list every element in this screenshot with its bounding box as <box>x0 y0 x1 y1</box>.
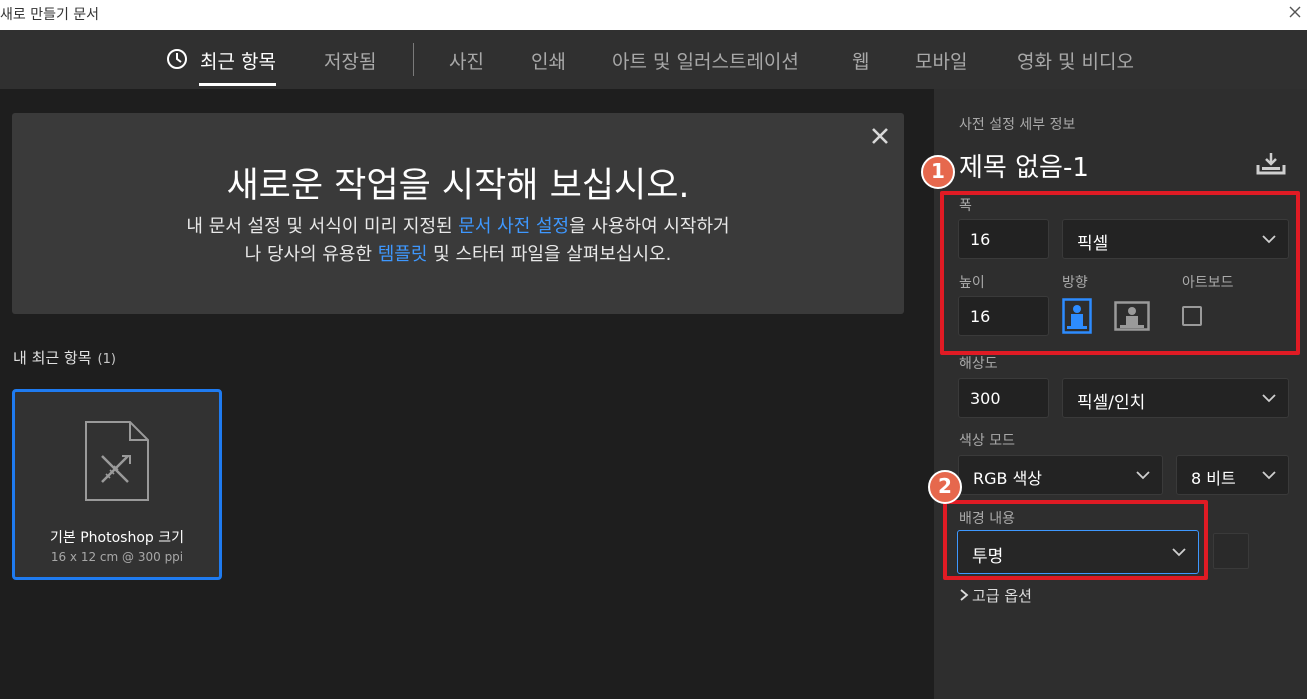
advanced-options-label: 고급 옵션 <box>972 587 1032 605</box>
bit-depth-value: 8 비트 <box>1191 469 1236 488</box>
color-mode-value: RGB 색상 <box>973 469 1043 488</box>
resolution-input[interactable]: 300 <box>958 378 1049 418</box>
banner-text: 나 당사의 유용한 <box>244 244 378 265</box>
preset-details-panel: 사전 설정 세부 정보 제목 없음-1 폭 16 픽셀 높이 방향 아트보드 1… <box>934 89 1307 699</box>
document-template-icon <box>85 421 149 501</box>
preset-section-label: 사전 설정 세부 정보 <box>959 117 1076 133</box>
background-color-swatch[interactable] <box>1213 533 1249 569</box>
tab-photo[interactable]: 사진 <box>449 47 484 74</box>
tab-recent[interactable]: 최근 항목 <box>166 47 276 86</box>
window-titlebar: 새로 만들기 문서 <box>0 0 1307 30</box>
welcome-banner: 새로운 작업을 시작해 보십시오. 내 문서 설정 및 서식이 미리 지정된 문… <box>12 113 904 314</box>
banner-heading: 새로운 작업을 시작해 보십시오. <box>226 166 690 206</box>
tab-mobile[interactable]: 모바일 <box>915 47 967 74</box>
recent-items-heading: 내 최근 항목 (1) <box>13 347 116 368</box>
recent-item-name: 기본 Photoshop 크기 <box>50 530 184 546</box>
color-mode-select[interactable]: RGB 색상 <box>958 455 1163 495</box>
recent-items-count: (1) <box>97 352 116 367</box>
chevron-down-icon <box>1262 471 1276 480</box>
banner-text: 을 사용하여 시작하거 <box>569 216 730 237</box>
tab-label: 최근 항목 <box>200 51 276 73</box>
templates-link[interactable]: 템플릿 <box>378 244 428 265</box>
color-mode-label: 색상 모드 <box>959 433 1015 449</box>
annotation-highlight-2 <box>943 500 1208 580</box>
tab-divider <box>413 43 414 76</box>
recent-items-title: 내 최근 항목 <box>13 349 92 367</box>
close-window-icon[interactable] <box>1287 2 1303 22</box>
chevron-right-icon <box>960 589 969 601</box>
category-tabs: 최근 항목 저장됨 사진 인쇄 아트 및 일러스트레이션 웹 모바일 영화 및 … <box>0 30 1307 89</box>
recent-item-meta: 16 x 12 cm @ 300 ppi <box>50 550 184 564</box>
annotation-badge-2: 2 <box>928 470 962 504</box>
clock-icon <box>167 49 187 69</box>
window-title: 새로 만들기 문서 <box>0 7 100 23</box>
tab-art-illustration[interactable]: 아트 및 일러스트레이션 <box>612 47 799 74</box>
resolution-unit-value: 픽셀/인치 <box>1077 393 1146 413</box>
tab-saved[interactable]: 저장됨 <box>324 47 376 74</box>
document-title[interactable]: 제목 없음-1 <box>959 147 1089 184</box>
tab-film-video[interactable]: 영화 및 비디오 <box>1017 47 1134 74</box>
save-preset-icon[interactable] <box>1256 151 1286 175</box>
chevron-down-icon <box>1136 471 1150 480</box>
chevron-down-icon <box>1262 394 1276 403</box>
annotation-highlight-1 <box>940 191 1300 355</box>
document-presets-link[interactable]: 문서 사전 설정 <box>458 216 569 237</box>
tab-print[interactable]: 인쇄 <box>531 47 566 74</box>
active-tab-indicator <box>199 83 276 86</box>
banner-text: 및 스타터 파일을 살펴보십시오. <box>427 244 672 265</box>
bit-depth-select[interactable]: 8 비트 <box>1176 455 1289 495</box>
main-area: 새로운 작업을 시작해 보십시오. 내 문서 설정 및 서식이 미리 지정된 문… <box>0 89 934 699</box>
resolution-unit-select[interactable]: 픽셀/인치 <box>1062 378 1289 418</box>
recent-item-card[interactable]: 기본 Photoshop 크기 16 x 12 cm @ 300 ppi <box>12 389 222 580</box>
tab-web[interactable]: 웹 <box>852 47 869 74</box>
banner-text: 내 문서 설정 및 서식이 미리 지정된 <box>186 216 459 237</box>
banner-description: 내 문서 설정 및 서식이 미리 지정된 문서 사전 설정을 사용하여 시작하거… <box>12 213 904 269</box>
close-banner-icon[interactable] <box>870 126 890 146</box>
advanced-options-toggle[interactable]: 고급 옵션 <box>959 585 1032 606</box>
annotation-badge-1: 1 <box>921 155 955 189</box>
resolution-label: 해상도 <box>959 356 998 372</box>
